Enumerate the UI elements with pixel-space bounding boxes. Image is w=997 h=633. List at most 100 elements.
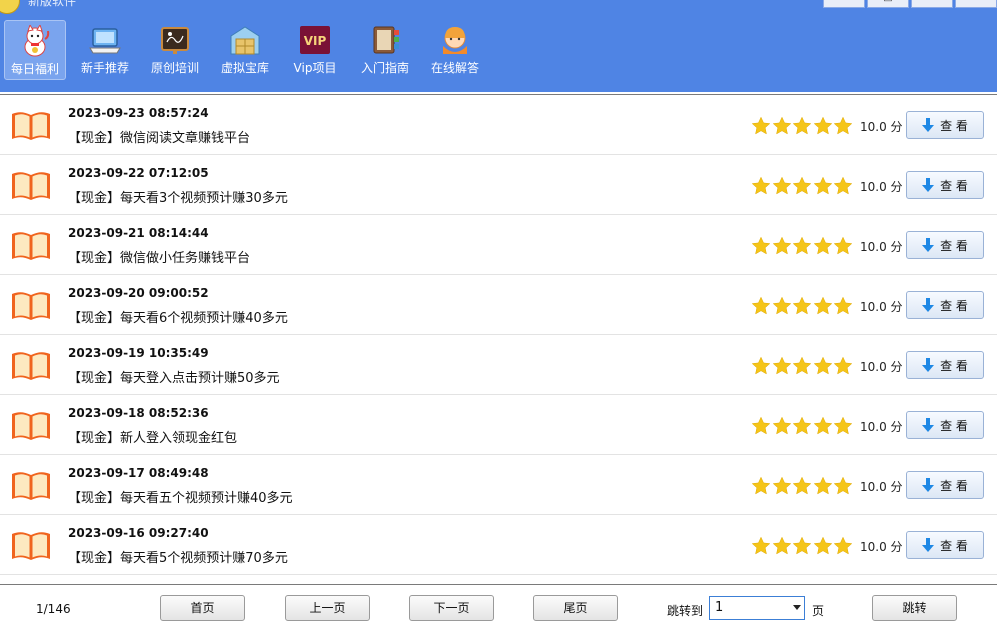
list-item: 2023-09-21 08:14:44 【现金】微信做小任务赚钱平台 10.0 分 查…: [0, 215, 997, 275]
item-date: 2023-09-23 08:57:24: [68, 106, 209, 120]
star-icon: [792, 416, 812, 436]
star-icon: [833, 416, 853, 436]
view-button[interactable]: 查 看: [906, 171, 984, 199]
prev-page-button[interactable]: 上一页: [285, 595, 370, 621]
guide-book-icon: [368, 24, 402, 56]
list-item: 2023-09-23 08:57:24 【现金】微信阅读文章赚钱平台 10.0 分 查…: [0, 95, 997, 155]
view-button[interactable]: 查 看: [906, 291, 984, 319]
toolbar-item-label: 新手推荐: [80, 61, 129, 75]
list-item: 2023-09-22 07:12:05 【现金】每天看3个视频预计赚30多元 10.…: [0, 155, 997, 215]
rating-stars: [751, 416, 854, 436]
view-button-label: 查 看: [940, 538, 968, 553]
star-icon: [792, 296, 812, 316]
star-icon: [813, 236, 833, 256]
star-icon: [772, 236, 792, 256]
star-icon: [833, 356, 853, 376]
star-icon: [792, 536, 812, 556]
download-arrow-icon: [922, 478, 935, 492]
pager-bar: 1/146 首页 上一页 下一页 尾页 跳转到 1 页 跳转: [0, 584, 997, 633]
item-score: 10.0 分: [860, 240, 903, 254]
download-arrow-icon: [922, 118, 935, 132]
view-button[interactable]: 查 看: [906, 351, 984, 379]
star-icon: [813, 116, 833, 136]
view-button-label: 查 看: [940, 118, 968, 133]
view-button[interactable]: 查 看: [906, 531, 984, 559]
rating-stars: [751, 116, 854, 136]
jump-page-select[interactable]: 1: [709, 596, 805, 620]
download-arrow-icon: [922, 538, 935, 552]
item-score: 10.0 分: [860, 420, 903, 434]
star-icon: [813, 476, 833, 496]
minimize-button[interactable]: —: [823, 0, 865, 8]
view-button[interactable]: 查 看: [906, 231, 984, 259]
star-icon: [792, 236, 812, 256]
view-button[interactable]: 查 看: [906, 111, 984, 139]
toolbar-item-label: 虚拟宝库: [220, 61, 269, 75]
list-item: 2023-09-18 08:52:36 【现金】新人登入领现金红包 10.0 分 查 …: [0, 395, 997, 455]
item-title: 【现金】每天看五个视频预计赚40多元: [68, 491, 293, 506]
star-icon: [751, 356, 771, 376]
list-item: 2023-09-17 08:49:48 【现金】每天看五个视频预计赚40多元 10.…: [0, 455, 997, 515]
rating-stars: [751, 176, 854, 196]
item-title: 【现金】微信做小任务赚钱平台: [68, 251, 251, 266]
star-icon: [833, 176, 853, 196]
book-icon: [10, 530, 52, 562]
last-page-button[interactable]: 尾页: [533, 595, 618, 621]
jump-button[interactable]: 跳转: [872, 595, 957, 621]
lucky-cat-icon: [18, 23, 52, 57]
jump-page-value: 1: [715, 600, 724, 615]
jump-label: 跳转到: [667, 604, 704, 618]
maximize-button[interactable]: □: [867, 0, 909, 8]
view-button[interactable]: 查 看: [906, 411, 984, 439]
rating-stars: [751, 476, 854, 496]
item-title: 【现金】新人登入领现金红包: [68, 431, 238, 446]
star-icon: [792, 116, 812, 136]
toolbar-item-getting-started[interactable]: 入门指南: [354, 20, 416, 80]
item-date: 2023-09-18 08:52:36: [68, 406, 209, 420]
item-date: 2023-09-17 08:49:48: [68, 466, 209, 480]
toolbar-item-newbie-recommend[interactable]: 新手推荐: [74, 20, 136, 80]
view-button-label: 查 看: [940, 238, 968, 253]
download-arrow-icon: [922, 178, 935, 192]
item-date: 2023-09-16 09:27:40: [68, 526, 209, 540]
star-icon: [833, 236, 853, 256]
star-icon: [813, 296, 833, 316]
window-controls: — □ ❐ ✕: [821, 0, 997, 8]
toolbar-item-daily-welfare[interactable]: 每日福利: [4, 20, 66, 80]
list-item: 2023-09-20 09:00:52 【现金】每天看6个视频预计赚40多元 10.…: [0, 275, 997, 335]
item-score: 10.0 分: [860, 300, 903, 314]
close-button[interactable]: ✕: [955, 0, 997, 8]
star-icon: [751, 296, 771, 316]
item-date: 2023-09-21 08:14:44: [68, 226, 209, 240]
item-title: 【现金】每天看3个视频预计赚30多元: [68, 191, 288, 206]
item-date: 2023-09-20 09:00:52: [68, 286, 209, 300]
view-button-label: 查 看: [940, 418, 968, 433]
toolbar-item-original-training[interactable]: 原创培训: [144, 20, 206, 80]
download-arrow-icon: [922, 418, 935, 432]
view-button-label: 查 看: [940, 298, 968, 313]
first-page-button[interactable]: 首页: [160, 595, 245, 621]
header-bar: 新版软件 — □ ❐ ✕ 每日福利: [0, 0, 997, 92]
view-button-label: 查 看: [940, 478, 968, 493]
toolbar-item-label: 入门指南: [360, 61, 409, 75]
toolbar-item-virtual-treasury[interactable]: 虚拟宝库: [214, 20, 276, 80]
item-score: 10.0 分: [860, 180, 903, 194]
toolbar-item-online-help[interactable]: 在线解答: [424, 20, 486, 80]
toolbar-item-label: 每日福利: [10, 62, 59, 76]
restore-button[interactable]: ❐: [911, 0, 953, 8]
star-icon: [772, 356, 792, 376]
toolbar-item-vip-projects[interactable]: VIP Vip项目: [284, 20, 346, 80]
star-icon: [772, 296, 792, 316]
main-toolbar: 每日福利 新手推荐 原创培训 虚拟宝库 VIP Vip项目 入门指南 在线解答: [4, 20, 494, 80]
next-page-button[interactable]: 下一页: [409, 595, 494, 621]
item-title: 【现金】每天登入点击预计赚50多元: [68, 371, 280, 386]
book-icon: [10, 350, 52, 382]
app-logo-icon: [0, 0, 20, 14]
star-icon: [751, 476, 771, 496]
star-icon: [833, 476, 853, 496]
view-button[interactable]: 查 看: [906, 471, 984, 499]
star-icon: [751, 536, 771, 556]
star-icon: [751, 416, 771, 436]
item-date: 2023-09-22 07:12:05: [68, 166, 209, 180]
chevron-down-icon[interactable]: [793, 605, 801, 610]
